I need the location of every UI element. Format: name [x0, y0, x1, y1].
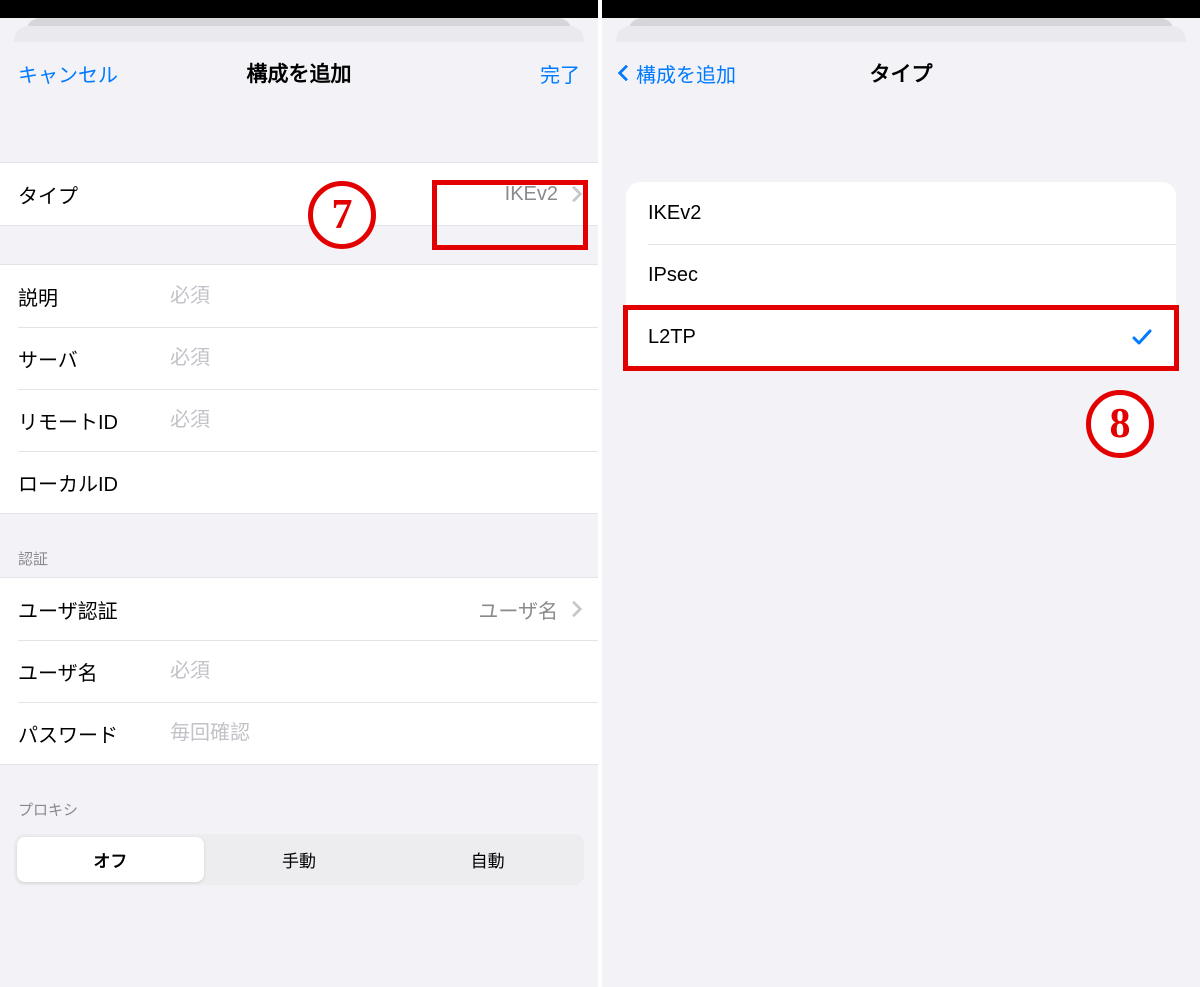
local-id-label: ローカルID [18, 468, 168, 497]
proxy-segment-manual[interactable]: 手動 [206, 837, 393, 882]
password-input[interactable] [168, 721, 580, 746]
type-row[interactable]: タイプ IKEv2 [0, 163, 598, 225]
remote-id-input[interactable] [168, 408, 580, 433]
proxy-segmented[interactable]: オフ 手動 自動 [14, 834, 584, 885]
user-auth-value: ユーザ名 [478, 595, 568, 624]
chevron-left-icon [620, 62, 632, 85]
annotation-badge-8: 8 [1086, 390, 1154, 458]
chevron-right-icon [568, 598, 580, 621]
description-input[interactable] [168, 284, 580, 309]
description-label: 説明 [18, 282, 168, 311]
type-value: IKEv2 [505, 183, 568, 206]
local-id-input[interactable] [168, 470, 580, 495]
type-option-l2tp[interactable]: L2TP [626, 306, 1176, 368]
back-button[interactable]: 構成を追加 [620, 59, 740, 88]
option-label: IPsec [648, 264, 698, 287]
type-options-list: IKEv2 IPsec L2TP [626, 182, 1176, 368]
local-id-row[interactable]: ローカルID [0, 451, 598, 513]
chevron-right-icon [568, 183, 580, 206]
user-auth-row[interactable]: ユーザ認証 ユーザ名 [0, 578, 598, 640]
description-row[interactable]: 説明 [0, 265, 598, 327]
checkmark-icon [1130, 325, 1154, 349]
username-row[interactable]: ユーザ名 [0, 640, 598, 702]
username-label: ユーザ名 [18, 657, 168, 686]
back-label: 構成を追加 [636, 59, 736, 88]
server-row[interactable]: サーバ [0, 327, 598, 389]
option-label: IKEv2 [648, 202, 701, 225]
server-input[interactable] [168, 346, 580, 371]
password-label: パスワード [18, 719, 168, 748]
navbar: キャンセル 構成を追加 完了 [0, 42, 598, 104]
proxy-segment-auto[interactable]: 自動 [394, 837, 581, 882]
auth-header: 認証 [0, 548, 598, 577]
username-input[interactable] [168, 659, 580, 684]
done-button[interactable]: 完了 [460, 59, 580, 88]
screen-add-configuration: キャンセル 構成を追加 完了 タイプ IKEv2 説明 [0, 18, 598, 987]
cancel-button[interactable]: キャンセル [18, 59, 138, 88]
sheet-stack [602, 18, 1200, 42]
password-row[interactable]: パスワード [0, 702, 598, 764]
navbar: 構成を追加 タイプ [602, 42, 1200, 104]
server-label: サーバ [18, 344, 168, 373]
proxy-segment-off[interactable]: オフ [17, 837, 204, 882]
type-option-ikev2[interactable]: IKEv2 [626, 182, 1176, 244]
sheet-stack [0, 18, 598, 42]
remote-id-label: リモートID [18, 406, 168, 435]
type-group: タイプ IKEv2 [0, 162, 598, 226]
type-label: タイプ [18, 180, 128, 209]
user-auth-label: ユーザ認証 [18, 595, 168, 624]
proxy-header: プロキシ [0, 799, 598, 828]
screen-divider [598, 0, 602, 987]
type-option-ipsec[interactable]: IPsec [626, 244, 1176, 306]
screen-type-select: 構成を追加 タイプ IKEv2 IPsec L2TP [602, 18, 1200, 987]
auth-group: ユーザ認証 ユーザ名 ユーザ名 パスワード [0, 577, 598, 765]
remote-id-row[interactable]: リモートID [0, 389, 598, 451]
identity-group: 説明 サーバ リモートID ローカルID [0, 264, 598, 514]
option-label: L2TP [648, 326, 696, 349]
